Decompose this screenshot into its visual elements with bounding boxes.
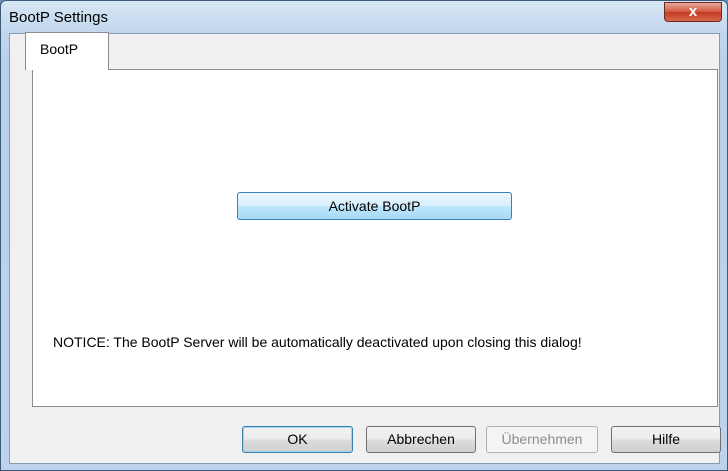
help-button[interactable]: Hilfe: [611, 426, 721, 453]
tab-bootp[interactable]: BootP: [25, 32, 109, 70]
ok-button[interactable]: OK: [242, 426, 353, 453]
close-button[interactable]: x: [664, 2, 722, 22]
cancel-button[interactable]: Abbrechen: [366, 426, 476, 453]
title-bar[interactable]: BootP Settings x: [1, 1, 727, 33]
close-icon: x: [688, 3, 698, 20]
apply-button[interactable]: Übernehmen: [486, 426, 598, 453]
bootp-settings-window: BootP Settings x BootP Activate BootP NO…: [0, 0, 728, 471]
tab-bootp-label: BootP: [40, 41, 79, 57]
notice-text: NOTICE: The BootP Server will be automat…: [53, 334, 582, 350]
window-title: BootP Settings: [9, 9, 108, 26]
activate-bootp-button[interactable]: Activate BootP: [237, 192, 512, 220]
tab-panel-bootp: [32, 69, 718, 407]
